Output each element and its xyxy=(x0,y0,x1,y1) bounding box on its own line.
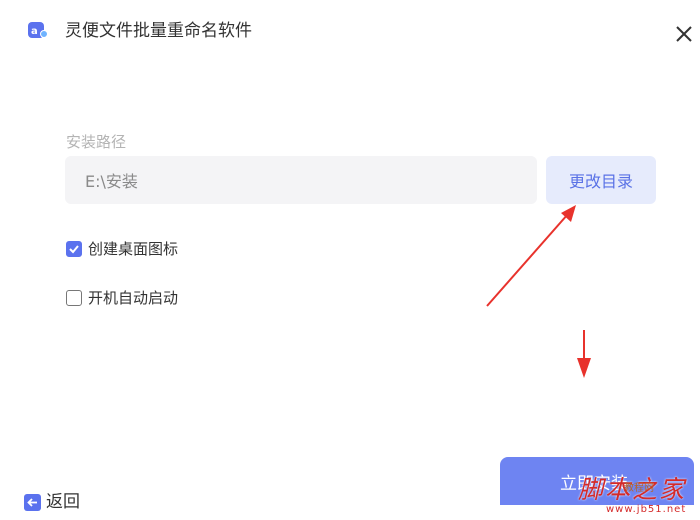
back-button[interactable]: 返回 xyxy=(24,491,80,513)
annotation-arrow-diagonal xyxy=(486,205,576,307)
back-label: 返回 xyxy=(46,492,80,512)
annotation-arrow-down xyxy=(577,330,591,378)
install-now-button[interactable]: 立即安装 xyxy=(500,457,694,505)
installer-window: a 灵便文件批量重命名软件 安装路径 更改目录 创建桌面图标 开机自动启动 xyxy=(0,0,700,520)
install-path-label: 安装路径 xyxy=(66,133,127,151)
svg-text:a: a xyxy=(31,26,38,37)
autostart-option[interactable]: 开机自动启动 xyxy=(66,288,178,308)
desktop-shortcut-checkbox[interactable] xyxy=(66,241,82,257)
desktop-shortcut-label: 创建桌面图标 xyxy=(88,240,179,258)
annotation-arrows xyxy=(486,205,591,378)
watermark-url: www.jb51.net xyxy=(606,504,687,515)
arrow-left-icon xyxy=(24,493,41,511)
window-title: 灵便文件批量重命名软件 xyxy=(65,21,252,41)
autostart-label: 开机自动启动 xyxy=(88,289,179,307)
close-icon[interactable] xyxy=(674,24,694,44)
change-directory-button[interactable]: 更改目录 xyxy=(546,156,656,204)
autostart-checkbox[interactable] xyxy=(66,290,82,306)
checkmark-icon xyxy=(69,245,79,254)
app-logo-icon: a xyxy=(28,22,48,40)
install-path-input[interactable] xyxy=(65,156,537,204)
desktop-shortcut-option[interactable]: 创建桌面图标 xyxy=(66,239,178,259)
